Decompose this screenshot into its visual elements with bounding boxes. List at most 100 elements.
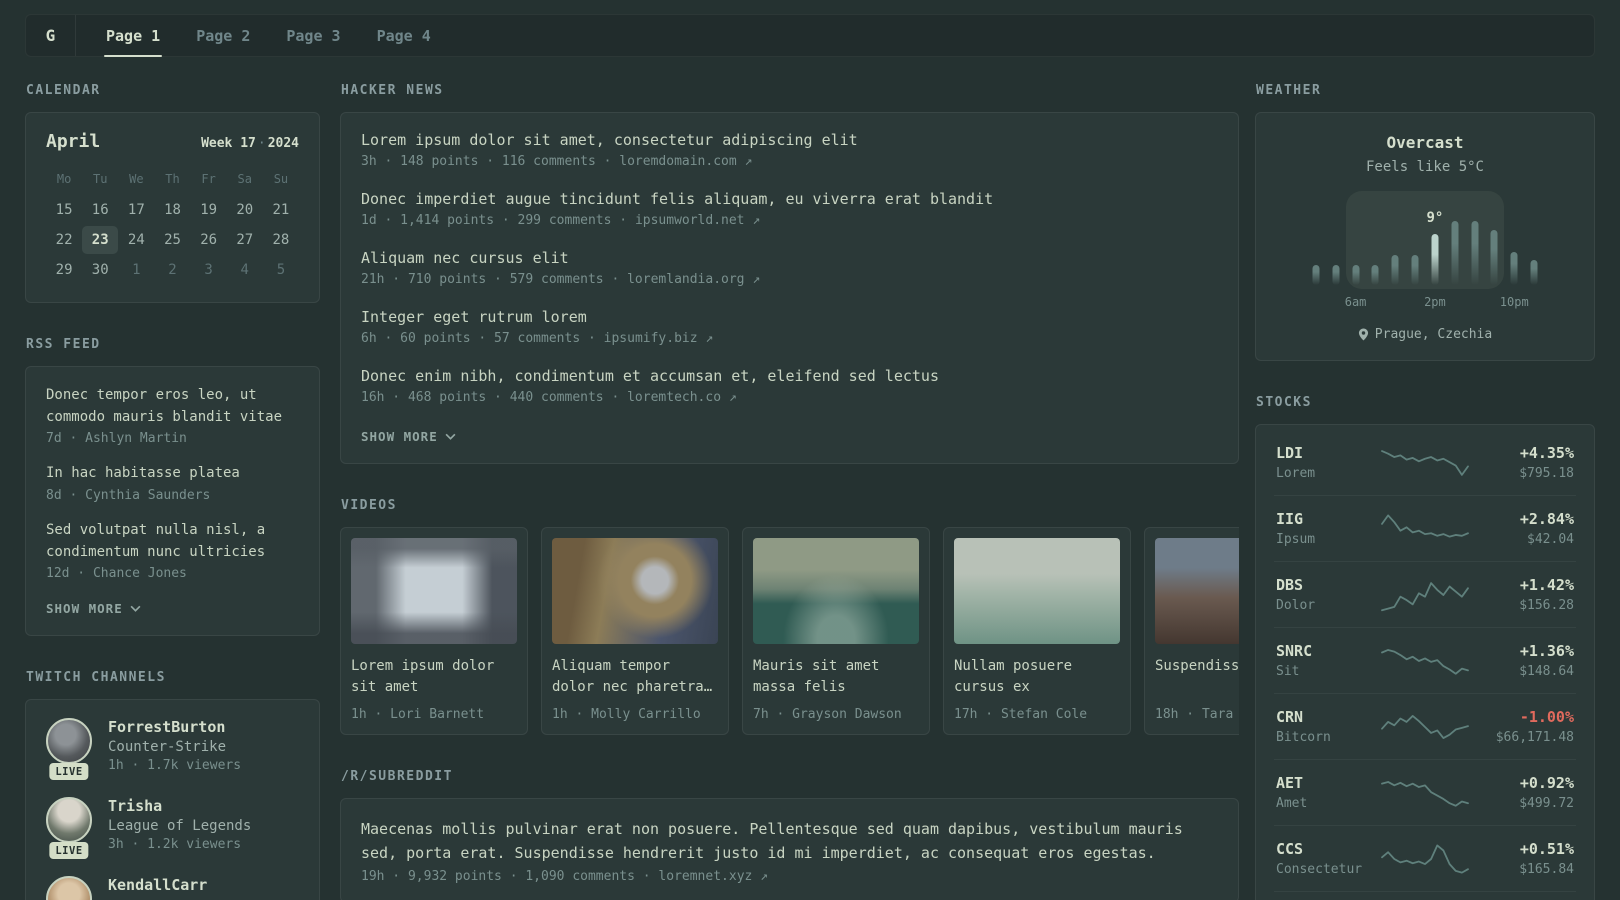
- videos-row: Lorem ipsum dolor sit amet consectetu… 1…: [340, 527, 1239, 735]
- stock-name: Consectetur: [1276, 862, 1363, 877]
- weather-hours: 6am 2pm 10pm: [1306, 295, 1544, 311]
- weather-card: Overcast Feels like 5°C 9° 6am 2pm 10pm Pr…: [1255, 112, 1595, 361]
- video-card[interactable]: Lorem ipsum dolor sit amet consectetu… 1…: [340, 527, 528, 735]
- video-thumbnail: [753, 538, 919, 644]
- stock-name: Ipsum: [1276, 532, 1316, 547]
- stock-name: Bitcorn: [1276, 730, 1331, 745]
- weather-bar: [1471, 221, 1479, 285]
- weather-condition: Overcast: [1386, 133, 1464, 152]
- hn-story-domain-link[interactable]: ipsumify.biz ↗: [604, 331, 714, 346]
- stock-sparkline: [1382, 578, 1468, 612]
- stock-row[interactable]: SNRC Sit +1.36% $148.64: [1274, 627, 1576, 693]
- video-title: Mauris sit amet massa felis: [753, 658, 880, 695]
- rss-show-more-button[interactable]: SHOW MORE: [46, 601, 141, 616]
- hn-story[interactable]: Lorem ipsum dolor sit amet, consectetur …: [361, 131, 1218, 169]
- channel-game: Counter-Strike: [108, 739, 227, 756]
- video-title: Suspendisse diam: [1155, 658, 1239, 674]
- rss-item-title: Donec tempor eros leo, ut commodo mauris…: [46, 387, 283, 425]
- video-card[interactable]: Aliquam tempor dolor nec pharetra… 1h · …: [541, 527, 729, 735]
- stock-sparkline: [1382, 446, 1468, 480]
- calendar-grid: Mo Tu We Th Fr Sa Su 15 16 17 18 19 20 2…: [46, 166, 299, 284]
- tab-page-2[interactable]: Page 2: [196, 15, 250, 56]
- hn-story-domain-link[interactable]: loremtech.co ↗: [627, 390, 737, 405]
- tab-page-1[interactable]: Page 1: [103, 15, 163, 57]
- calendar-day: 17: [127, 202, 145, 218]
- chevron-down-icon: [445, 433, 456, 440]
- app-logo[interactable]: G: [26, 15, 76, 56]
- hn-story[interactable]: Donec imperdiet augue tincidunt felis al…: [361, 190, 1218, 228]
- dow-label: Mo: [56, 172, 72, 186]
- calendar-day: 20: [236, 202, 254, 218]
- calendar-day-next-month: 2: [168, 262, 177, 278]
- dow-label: Sa: [237, 172, 252, 186]
- rss-section-title: RSS FEED: [26, 337, 101, 352]
- weather-hour-label: 2pm: [1424, 295, 1446, 309]
- twitch-channel[interactable]: LIVE KendallCarr: [46, 876, 299, 900]
- stock-row[interactable]: IIG Ipsum +2.84% $42.04: [1274, 495, 1576, 561]
- hn-story-domain-link[interactable]: ipsumworld.net ↗: [635, 213, 760, 228]
- twitch-channel[interactable]: LIVE ForrestBurton Counter-Strike 1h · 1…: [46, 718, 299, 781]
- stock-row[interactable]: LDI Lorem +4.35% $795.18: [1274, 430, 1576, 495]
- hn-show-more-button[interactable]: SHOW MORE: [361, 429, 456, 444]
- stock-row[interactable]: AET Amet +0.92% $499.72: [1274, 759, 1576, 825]
- stock-row[interactable]: CRN Bitcorn -1.00% $66,171.48: [1274, 693, 1576, 759]
- stock-name: Sit: [1276, 664, 1300, 679]
- calendar-year: 2024: [267, 136, 299, 151]
- video-card[interactable]: Nullam posuere cursus ex 17h · Stefan Co…: [943, 527, 1131, 735]
- hn-story-domain-link[interactable]: loremlandia.org ↗: [627, 272, 760, 287]
- tab-page-3[interactable]: Page 3: [286, 15, 340, 56]
- rss-item[interactable]: In hac habitasse platea 8d · Cynthia Sau…: [46, 463, 299, 503]
- subreddit-domain-link[interactable]: loremnet.xyz ↗: [658, 869, 768, 884]
- stock-symbol: IIG: [1276, 510, 1304, 528]
- hn-story-title: Lorem ipsum dolor sit amet, consectetur …: [361, 131, 858, 149]
- stock-row[interactable]: CCS Consectetur +0.51% $165.84: [1274, 825, 1576, 891]
- stock-name: Lorem: [1276, 466, 1316, 481]
- stock-row[interactable]: DBS Dolor +1.42% $156.28: [1274, 561, 1576, 627]
- hn-story[interactable]: Donec enim nibh, condimentum et accumsan…: [361, 367, 1218, 405]
- rss-item[interactable]: Sed volutpat nulla nisl, a condimentum n…: [46, 520, 299, 581]
- weather-location-text: Prague, Czechia: [1374, 327, 1493, 342]
- weather-bar-now: [1431, 234, 1439, 285]
- video-meta: 17h · Stefan Cole: [954, 707, 1088, 722]
- hn-meta-text: 3h · 148 points · 116 comments ·: [361, 154, 612, 169]
- calendar-day-next-month: 4: [240, 262, 249, 278]
- twitch-widget: TWITCH CHANNELS LIVE ForrestBurton Count…: [25, 670, 320, 900]
- stocks-card: LDI Lorem +4.35% $795.18 IIG Ipsum +2.84…: [1255, 424, 1595, 900]
- video-thumbnail: [1155, 538, 1239, 644]
- hn-story[interactable]: Aliquam nec cursus elit 21h · 710 points…: [361, 249, 1218, 287]
- channel-name: ForrestBurton: [108, 718, 226, 737]
- calendar-day-next-month: 5: [276, 262, 286, 278]
- weather-bar: [1411, 255, 1419, 285]
- dashboard-page: G Page 1 Page 2 Page 3 Page 4 CALENDAR A…: [0, 0, 1620, 900]
- subreddit-post-title[interactable]: Maecenas mollis pulvinar erat non posuer…: [361, 817, 1218, 865]
- stock-sparkline: [1382, 644, 1468, 678]
- stock-row[interactable]: AHS +0.46%: [1274, 891, 1576, 900]
- rss-widget: RSS FEED Donec tempor eros leo, ut commo…: [25, 337, 320, 637]
- calendar-day: 21: [272, 202, 290, 218]
- hn-story-domain-link[interactable]: loremdomain.com ↗: [619, 154, 752, 169]
- stock-symbol: CCS: [1276, 840, 1304, 858]
- video-thumbnail: [351, 538, 517, 644]
- calendar-week-year: Week 17 · 2024: [201, 136, 299, 151]
- stock-sparkline: [1382, 512, 1468, 546]
- temperature-now-label: 9°: [1426, 210, 1444, 226]
- tab-page-4[interactable]: Page 4: [377, 15, 431, 56]
- rss-item[interactable]: Donec tempor eros leo, ut commodo mauris…: [46, 385, 299, 446]
- video-card[interactable]: Mauris sit amet massa felis 7h · Grayson…: [742, 527, 930, 735]
- avatar: [46, 876, 92, 900]
- channel-name: KendallCarr: [108, 876, 208, 895]
- calendar-card: April Week 17 · 2024 Mo Tu We Th Fr Sa Su …: [25, 112, 320, 303]
- stock-change: +0.51%: [1519, 840, 1574, 858]
- subreddit-section-title: /R/SUBREDDIT: [341, 769, 453, 784]
- hn-story[interactable]: Integer eget rutrum lorem 6h · 60 points…: [361, 308, 1218, 346]
- hn-story-title: Aliquam nec cursus elit: [361, 249, 569, 267]
- video-meta: 18h · Tara: [1155, 707, 1234, 722]
- main-column: HACKER NEWS Lorem ipsum dolor sit amet, …: [340, 83, 1239, 900]
- rss-item-title: Sed volutpat nulla nisl, a condimentum n…: [46, 522, 266, 560]
- video-card[interactable]: Suspendisse diam 18h · Tara: [1144, 527, 1239, 735]
- hn-meta-text: 1d · 1,414 points · 299 comments ·: [361, 213, 628, 228]
- daylight-region: [1345, 191, 1505, 289]
- weather-bar: [1530, 260, 1538, 285]
- twitch-channel[interactable]: LIVE Trisha League of Legends 3h · 1.2k …: [46, 797, 299, 860]
- hn-meta-text: 21h · 710 points · 579 comments ·: [361, 272, 620, 287]
